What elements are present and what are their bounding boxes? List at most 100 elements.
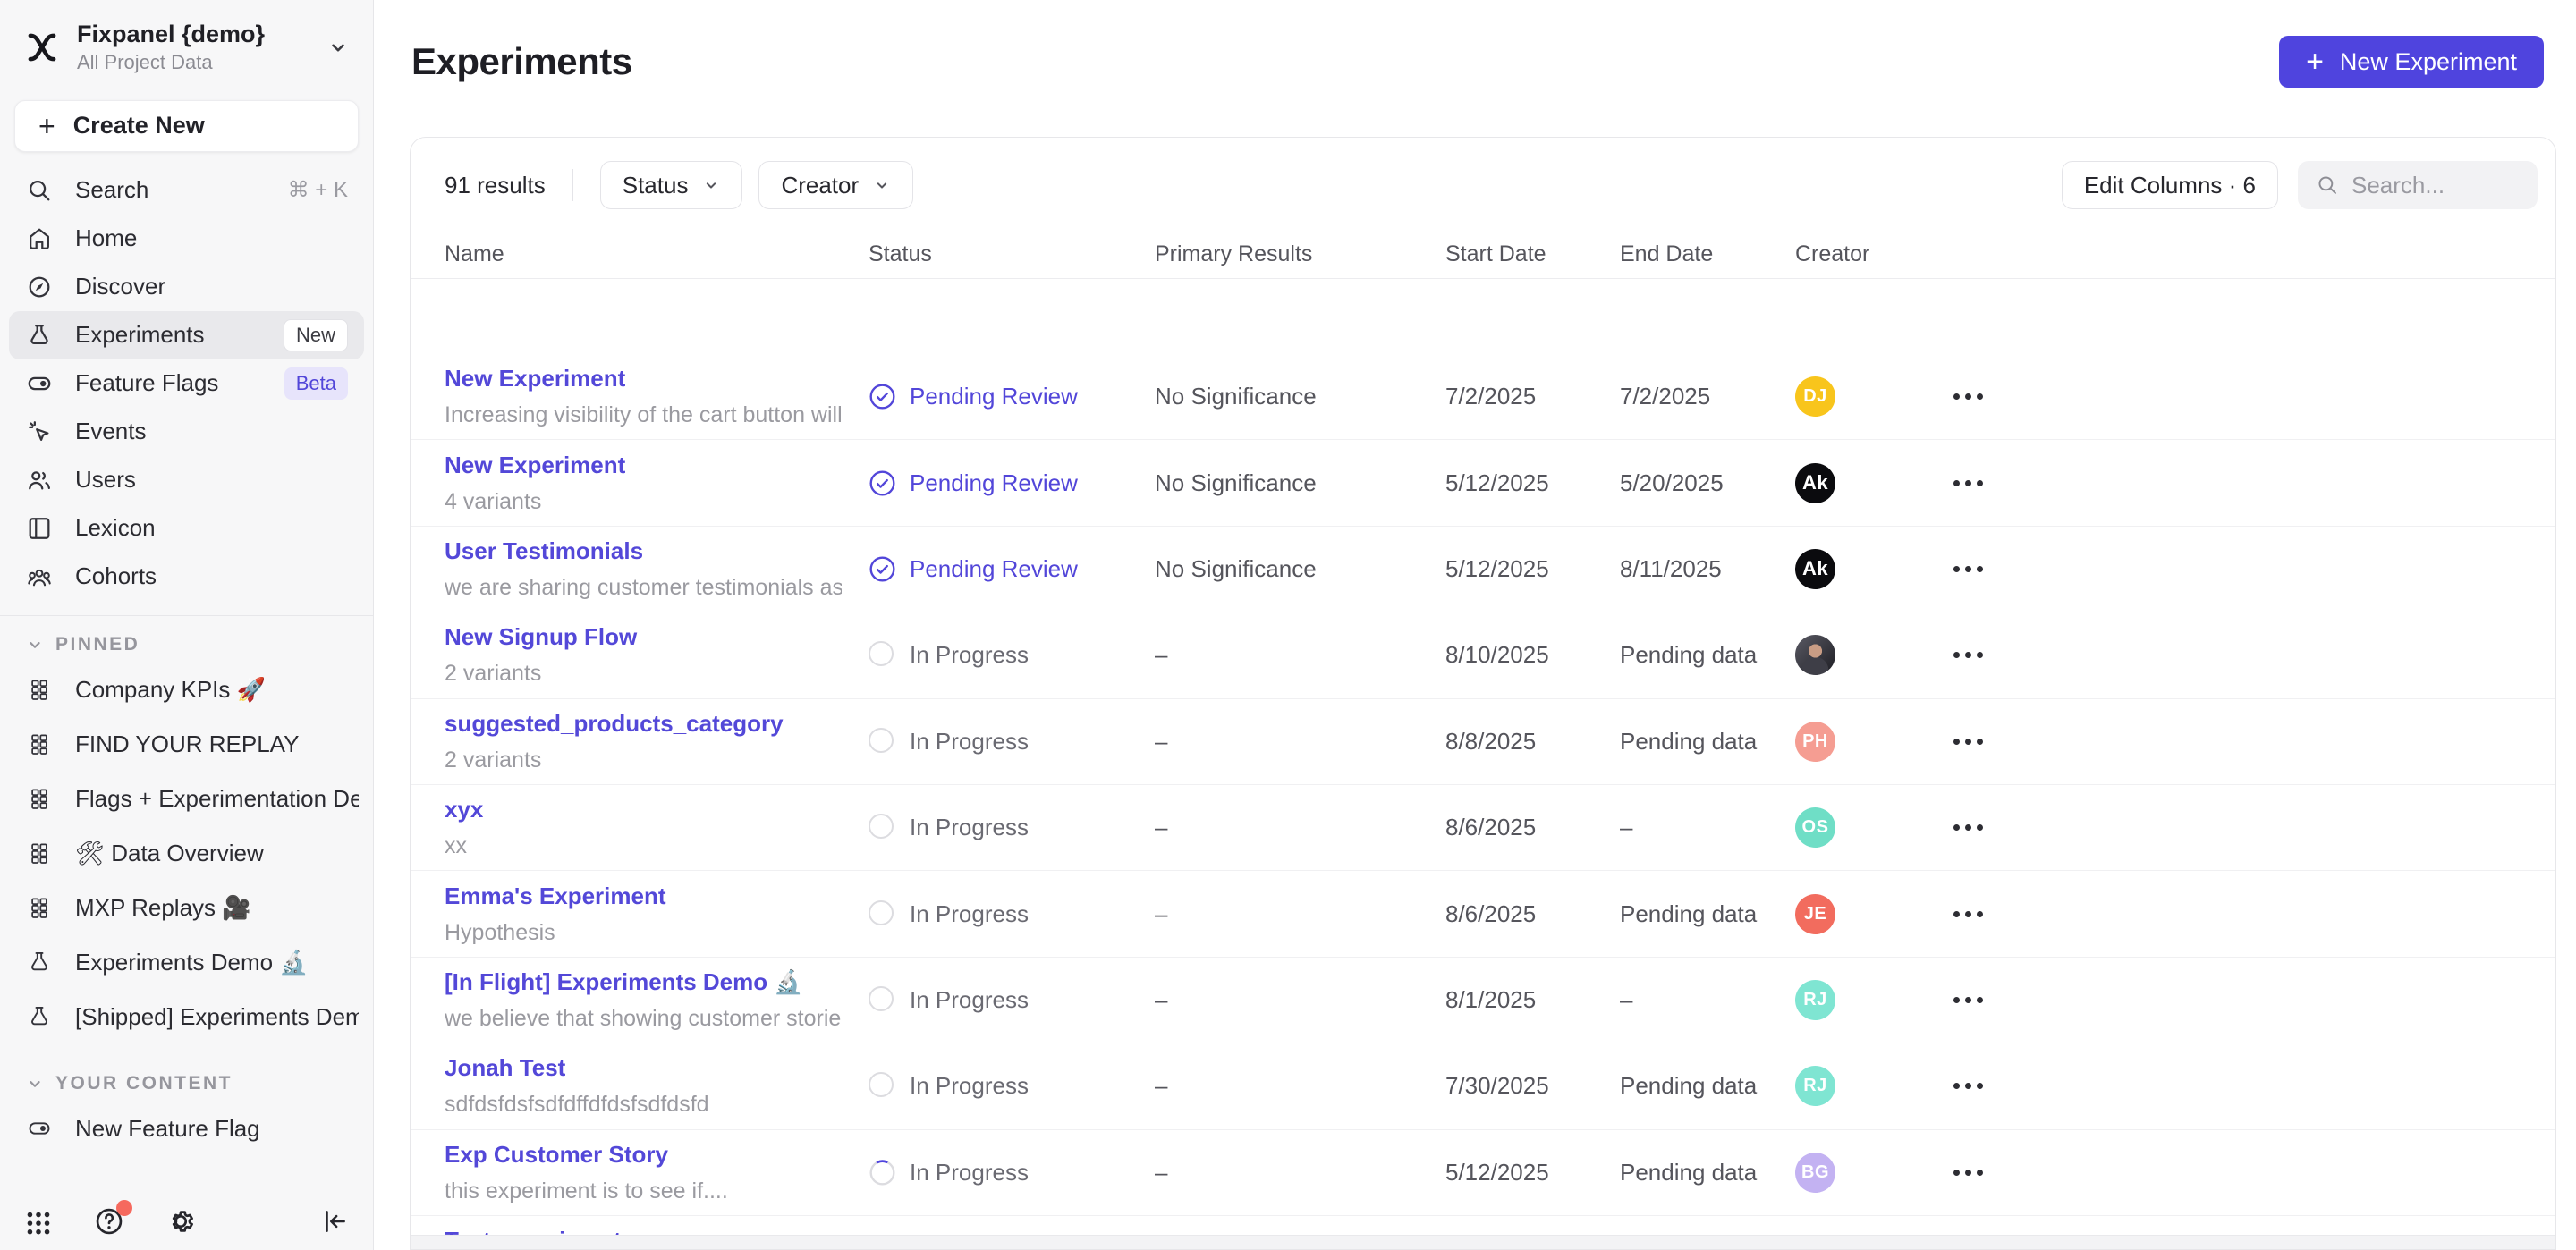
column-header-primary-results[interactable]: Primary Results xyxy=(1155,241,1445,267)
workspace-switcher[interactable]: Fixpanel {demo} All Project Data xyxy=(0,0,373,86)
row-actions-button[interactable] xyxy=(1945,730,1992,754)
experiment-description: 2 variants xyxy=(445,661,842,687)
sidebar-item-home[interactable]: Home xyxy=(9,215,364,263)
experiment-name-link[interactable]: New Experiment xyxy=(445,452,842,479)
sidebar-item-feature-flags[interactable]: Feature Flags Beta xyxy=(9,359,364,408)
pinned-item-experiments-demo[interactable]: Experiments Demo 🔬 xyxy=(0,935,373,990)
column-header-status[interactable]: Status xyxy=(869,241,1155,267)
table-row[interactable]: User Testimonials we are sharing custome… xyxy=(411,527,2555,612)
table-row[interactable]: [In Flight] Experiments Demo 🔬 we believ… xyxy=(411,958,2555,1043)
pinned-item-company-kpis[interactable]: Company KPIs 🚀 xyxy=(0,663,373,717)
column-header-name[interactable]: Name xyxy=(445,241,869,267)
table-row[interactable]: xyx xx In Progress – 8/6/2025 – OS xyxy=(411,785,2555,871)
cursor-click-icon xyxy=(25,418,54,445)
search-icon xyxy=(25,177,54,204)
creator-filter-button[interactable]: Creator xyxy=(758,161,913,209)
experiment-name-link[interactable]: Test experiment xyxy=(445,1227,842,1235)
edit-columns-button[interactable]: Edit Columns · 6 xyxy=(2062,161,2278,209)
sidebar-item-cohorts[interactable]: Cohorts xyxy=(9,553,364,601)
pinned-item-flags-experimentation-demo[interactable]: Flags + Experimentation Demo xyxy=(0,772,373,826)
users-icon xyxy=(25,467,54,494)
sidebar-item-events[interactable]: Events xyxy=(9,408,364,456)
sidebar-item-label: Discover xyxy=(75,273,165,300)
pinned-item-label: Experiments Demo 🔬 xyxy=(75,949,309,976)
sidebar-item-lexicon[interactable]: Lexicon xyxy=(9,504,364,553)
table-row[interactable]: Emma's Experiment Hypothesis In Progress… xyxy=(411,871,2555,957)
status-cell: In Progress xyxy=(869,1072,1155,1100)
sidebar-item-users[interactable]: Users xyxy=(9,456,364,504)
experiment-name-link[interactable]: suggested_products_category xyxy=(445,710,842,738)
row-actions-button[interactable] xyxy=(1945,902,1992,926)
in-progress-icon xyxy=(869,986,896,1014)
table-row[interactable]: Exp Customer Story this experiment is to… xyxy=(411,1130,2555,1216)
experiment-name-link[interactable]: Exp Customer Story xyxy=(445,1141,842,1169)
row-actions-button[interactable] xyxy=(1945,988,1992,1012)
row-actions-button[interactable] xyxy=(1945,1074,1992,1098)
experiment-name-link[interactable]: xyx xyxy=(445,796,842,823)
row-actions-button[interactable] xyxy=(1945,557,1992,581)
experiment-name-link[interactable]: New Experiment xyxy=(445,365,842,393)
new-experiment-button[interactable]: + New Experiment xyxy=(2279,36,2544,88)
search-input[interactable] xyxy=(2351,172,2512,199)
sidebar-item-discover[interactable]: Discover xyxy=(9,263,364,311)
sidebar-item-label: Home xyxy=(75,224,137,252)
row-actions-button[interactable] xyxy=(1945,384,1992,409)
status-cell: In Progress xyxy=(869,641,1155,669)
sidebar-item-search[interactable]: Search ⌘ + K xyxy=(9,166,364,215)
experiment-name-link[interactable]: User Testimonials xyxy=(445,537,842,565)
creator-avatar: RJ xyxy=(1795,1066,1835,1106)
settings-button[interactable] xyxy=(165,1205,197,1237)
gear-icon xyxy=(165,1205,197,1237)
start-date-value: 8/1/2025 xyxy=(1445,986,1620,1014)
status-filter-button[interactable]: Status xyxy=(600,161,743,209)
experiment-name-link[interactable]: Emma's Experiment xyxy=(445,883,842,910)
your-content-section-header[interactable]: YOUR CONTENT xyxy=(0,1060,373,1102)
board-icon xyxy=(25,677,54,702)
table-search[interactable] xyxy=(2298,161,2538,209)
table-row[interactable]: New Signup Flow 2 variants In Progress –… xyxy=(411,612,2555,698)
pinned-section-title: PINNED xyxy=(55,634,140,655)
column-header-end-date[interactable]: End Date xyxy=(1620,241,1795,267)
row-actions-button[interactable] xyxy=(1945,1161,1992,1185)
primary-results-value: No Significance xyxy=(1155,555,1445,583)
search-icon xyxy=(2316,173,2339,197)
table-row[interactable]: Test experiment If users have relatable … xyxy=(411,1216,2555,1235)
experiment-name-link[interactable]: Jonah Test xyxy=(445,1054,842,1082)
table-row[interactable]: Jonah Test sdfdsfdsfsdfdffdfdsfsdfdsfd I… xyxy=(411,1043,2555,1129)
apps-grid-button[interactable] xyxy=(23,1206,54,1237)
pinned-item-find-your-replay[interactable]: FIND YOUR REPLAY xyxy=(0,717,373,772)
experiment-description: xx xyxy=(445,833,842,859)
table-row[interactable]: suggested_products_category 2 variants I… xyxy=(411,699,2555,785)
sidebar-item-experiments[interactable]: Experiments New xyxy=(9,311,364,359)
primary-results-value: – xyxy=(1155,814,1445,841)
pinned-section-header[interactable]: PINNED xyxy=(0,621,373,663)
column-header-start-date[interactable]: Start Date xyxy=(1445,241,1620,267)
pinned-item-data-overview[interactable]: 🛠 Data Overview xyxy=(0,826,373,881)
sidebar-item-label: Cohorts xyxy=(75,562,157,590)
search-shortcut: ⌘ + K xyxy=(288,177,348,203)
pinned-item-shipped-experiments-demo[interactable]: [Shipped] Experiments Demo 🖊 xyxy=(0,990,373,1044)
table-row[interactable]: New Experiment Increasing visibility of … xyxy=(411,354,2555,440)
start-date-value: 5/12/2025 xyxy=(1445,1159,1620,1187)
creator-filter-label: Creator xyxy=(781,172,859,199)
beta-badge: Beta xyxy=(284,367,348,400)
table-row[interactable]: New Experiment 4 variants Pending Review… xyxy=(411,440,2555,526)
experiment-name-link[interactable]: [In Flight] Experiments Demo 🔬 xyxy=(445,968,842,996)
create-new-button[interactable]: + Create New xyxy=(14,100,359,152)
end-date-value: Pending data xyxy=(1620,728,1795,756)
pinned-item-mxp-replays[interactable]: MXP Replays 🎥 xyxy=(0,881,373,935)
horizontal-scrollbar[interactable] xyxy=(411,1235,2555,1249)
column-header-creator[interactable]: Creator xyxy=(1795,241,1945,267)
creator-avatar: BG xyxy=(1795,1153,1835,1193)
row-actions-button[interactable] xyxy=(1945,471,1992,495)
status-filter-label: Status xyxy=(623,172,689,199)
experiment-name-link[interactable]: New Signup Flow xyxy=(445,623,842,651)
row-actions-button[interactable] xyxy=(1945,643,1992,667)
pending-review-icon xyxy=(869,383,896,410)
page-title: Experiments xyxy=(411,40,632,83)
row-actions-button[interactable] xyxy=(1945,815,1992,840)
help-button[interactable] xyxy=(93,1205,125,1237)
collapse-sidebar-button[interactable] xyxy=(319,1206,350,1237)
your-content-item-new-feature-flag[interactable]: New Feature Flag xyxy=(0,1102,373,1156)
status-label: In Progress xyxy=(910,900,1029,928)
